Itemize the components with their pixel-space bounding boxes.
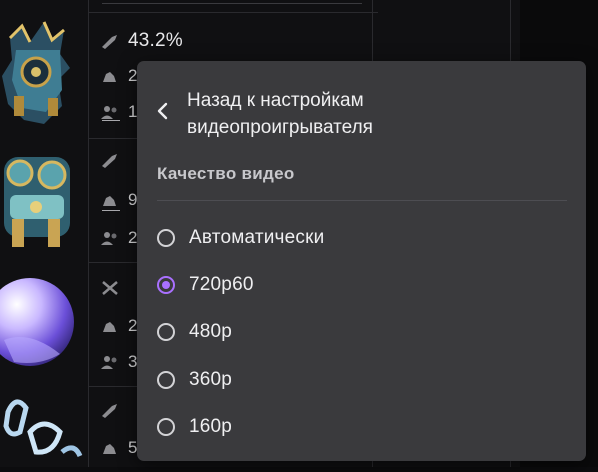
mechanical-relic-icon <box>4 157 70 247</box>
sword-icon <box>100 33 120 49</box>
radio-button[interactable] <box>157 323 175 341</box>
quality-option-label: 360p <box>189 369 233 390</box>
quality-option-label: 720p60 <box>189 274 254 295</box>
stat-row: 2 <box>100 316 137 336</box>
radio-button[interactable] <box>157 229 175 247</box>
radio-button[interactable] <box>157 418 175 436</box>
mechanical-relic-icon <box>2 21 70 124</box>
quality-option-auto[interactable]: Автоматически <box>157 227 324 249</box>
table-row[interactable] <box>0 145 90 260</box>
stat-row <box>100 280 120 296</box>
chevron-left-icon <box>155 101 171 121</box>
quality-option-720p60[interactable]: 720p60 <box>157 274 254 296</box>
radio-button[interactable] <box>157 371 175 389</box>
ice-chain-icon <box>3 399 83 458</box>
users-icon <box>100 354 120 370</box>
back-to-player-settings-button[interactable]: Назад к настройкам видеопроигрывателя <box>155 87 437 141</box>
table-divider <box>102 3 362 4</box>
radio-button-selected[interactable] <box>157 276 175 294</box>
section-title: Качество видео <box>157 164 295 183</box>
stat-row: 9 <box>100 190 137 210</box>
table-divider <box>88 12 378 13</box>
quality-option-label: 160p <box>189 416 233 437</box>
users-icon <box>100 104 120 120</box>
crossed-swords-icon <box>100 280 120 296</box>
divider <box>157 200 567 201</box>
video-quality-menu: Назад к настройкам видеопроигрывателя Ка… <box>137 61 586 461</box>
crystal-orb-icon <box>0 278 74 366</box>
table-divider <box>102 210 120 211</box>
hand-icon <box>100 68 120 84</box>
hand-icon <box>100 318 120 334</box>
stat-row: 3 <box>100 352 137 372</box>
stat-row: 2 <box>100 66 137 86</box>
quality-option-label: 480p <box>189 321 233 342</box>
pick-rate-stat: 43.2% <box>100 30 183 52</box>
stat-row: 1 <box>100 102 137 122</box>
hand-icon <box>100 192 120 208</box>
stat-row <box>100 402 120 418</box>
stat-row <box>100 152 120 168</box>
table-row[interactable] <box>0 392 90 467</box>
sword-icon <box>100 152 120 168</box>
quality-option-160p[interactable]: 160p <box>157 416 232 438</box>
hand-icon <box>100 440 120 456</box>
sword-icon <box>100 402 120 418</box>
stat-row: 5 <box>100 438 137 458</box>
quality-option-label: Автоматически <box>189 227 325 248</box>
quality-option-360p[interactable]: 360p <box>157 369 232 391</box>
table-row[interactable] <box>0 270 90 385</box>
users-icon <box>100 230 120 246</box>
back-label: Назад к настройкам видеопроигрывателя <box>187 90 373 138</box>
quality-option-480p[interactable]: 480p <box>157 321 232 343</box>
table-divider <box>102 120 120 121</box>
table-row[interactable] <box>0 20 90 135</box>
stat-row: 2 <box>100 228 137 248</box>
pick-rate-value: 43.2% <box>128 30 183 51</box>
